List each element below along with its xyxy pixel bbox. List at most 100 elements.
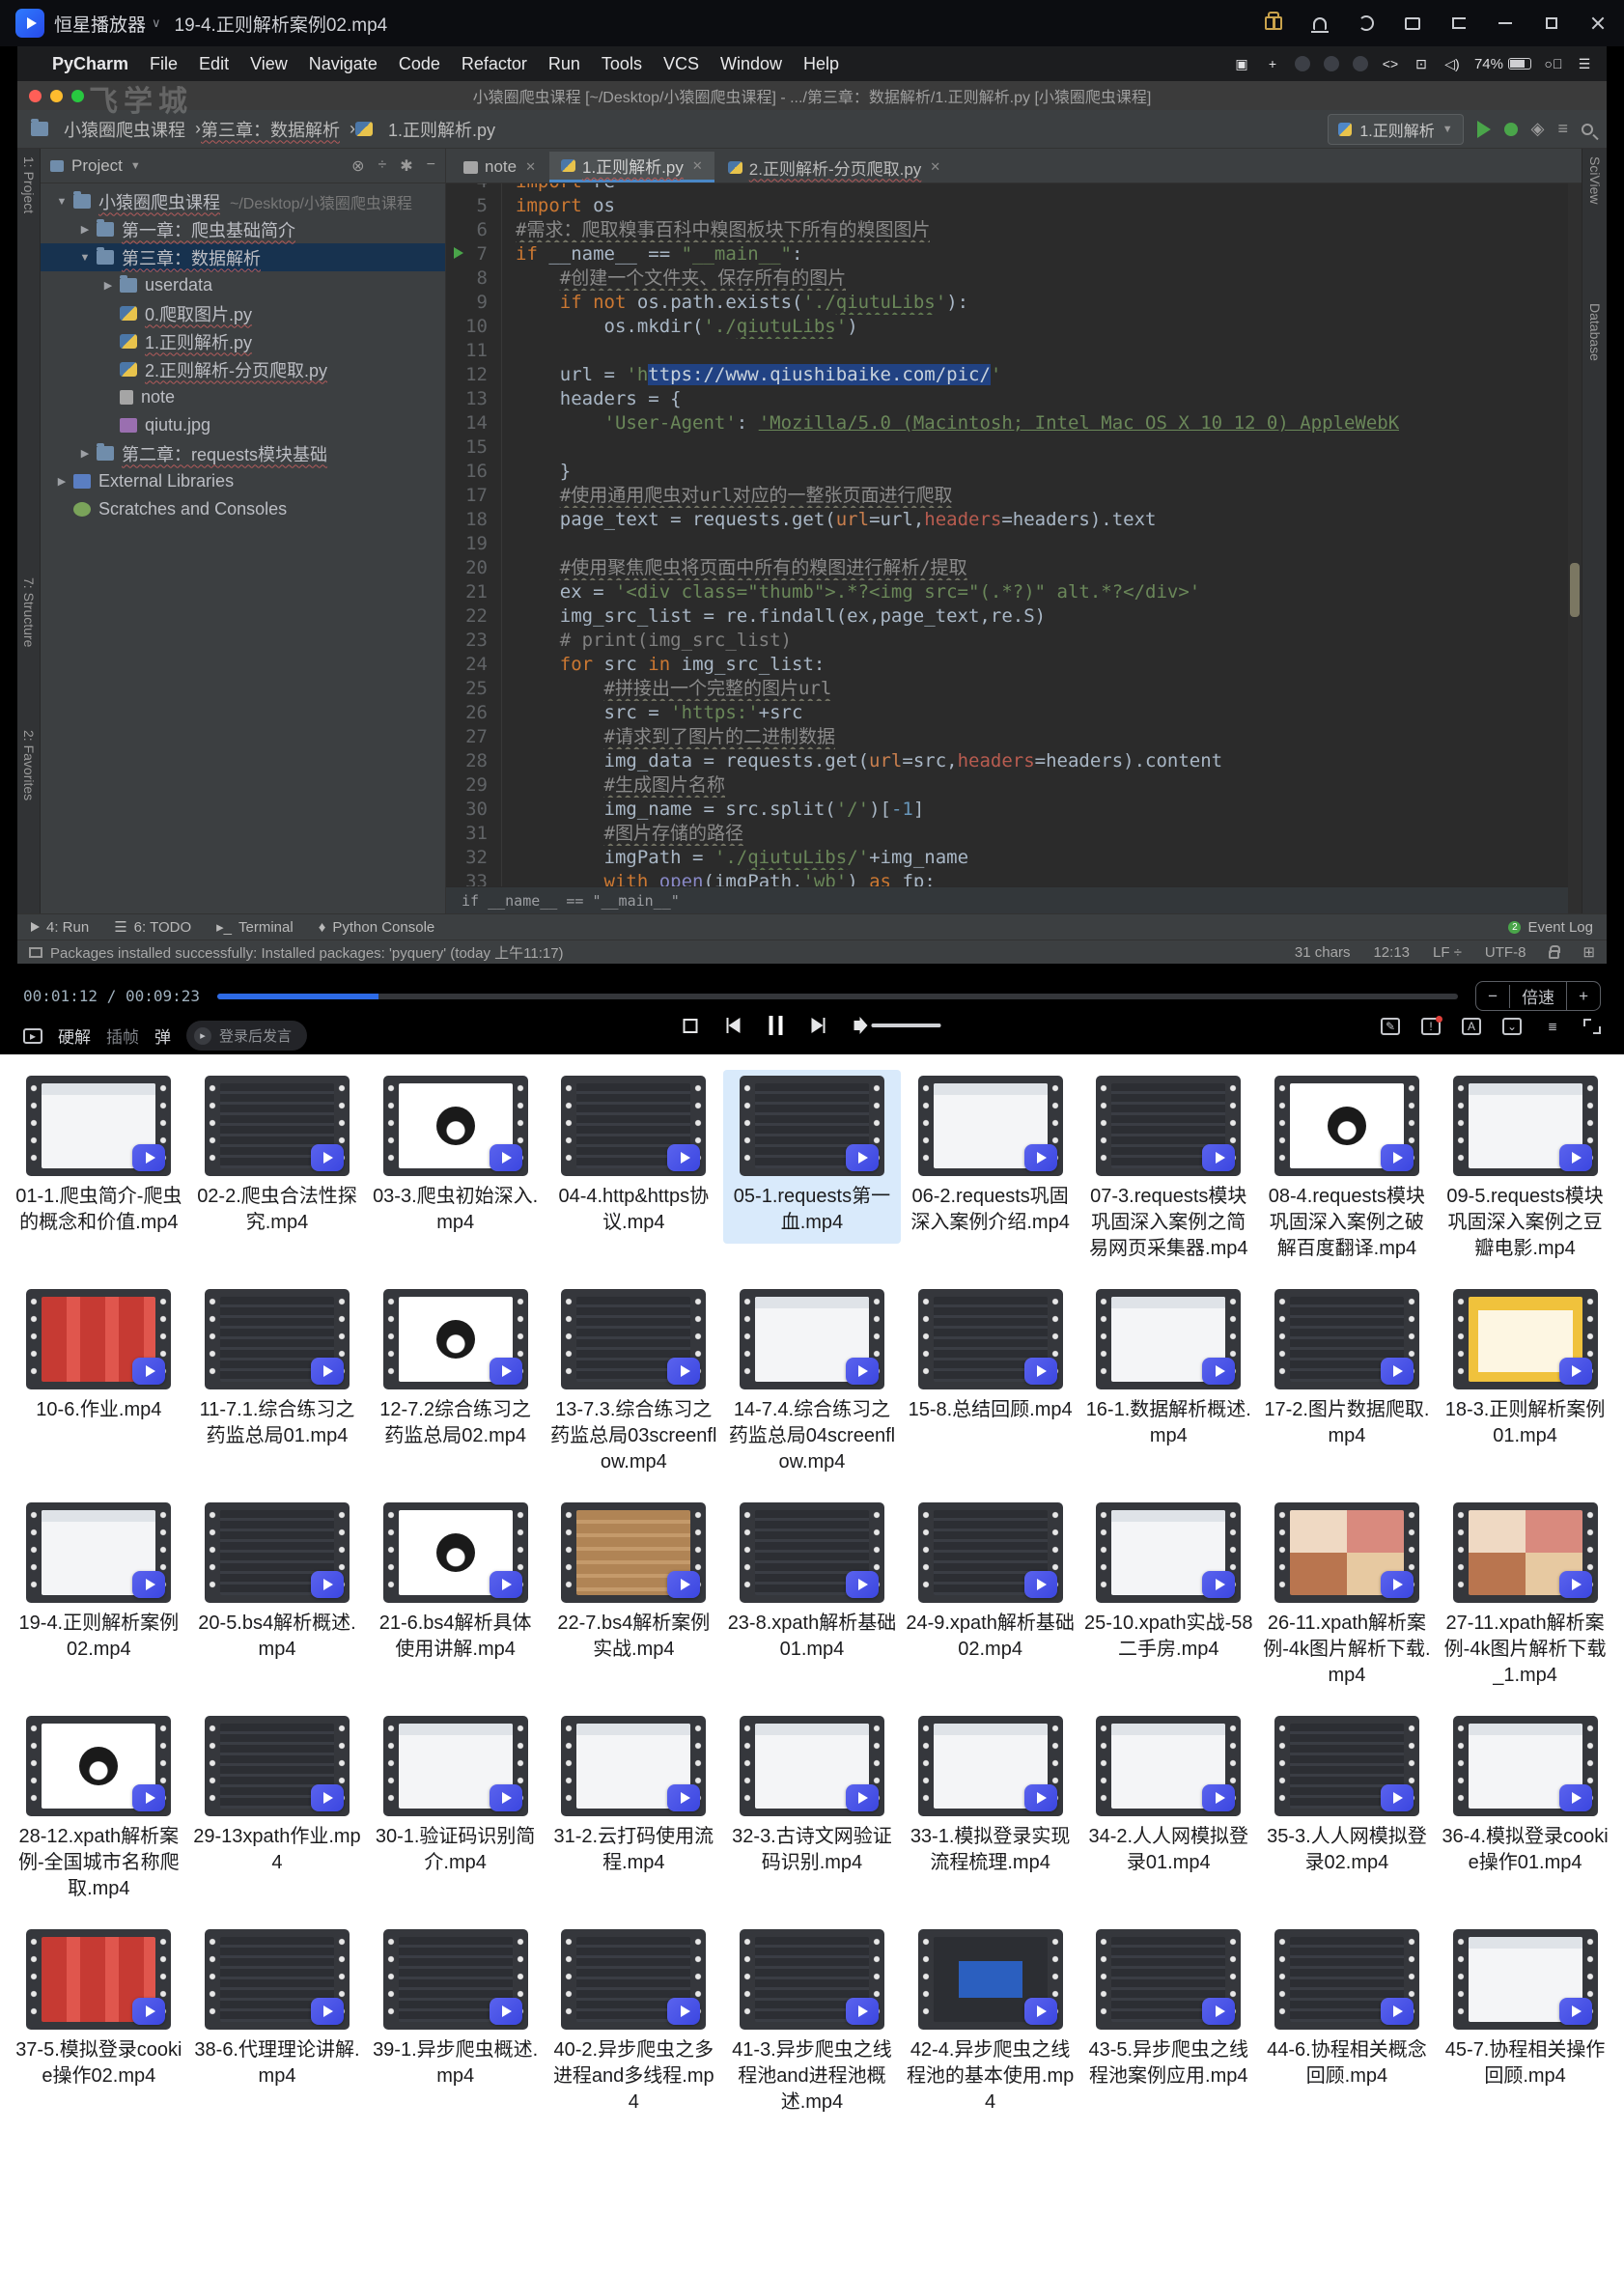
video-thumbnail[interactable]: [26, 1289, 171, 1389]
tree-item[interactable]: qiutu.jpg: [41, 411, 445, 439]
video-label[interactable]: 08-4.requests模块巩固深入案例之破解百度翻译.mp4: [1262, 1184, 1432, 1262]
video-thumbnail[interactable]: [918, 1929, 1063, 2030]
speed-minus-button[interactable]: −: [1476, 985, 1510, 1008]
toolwindow-favorites-button[interactable]: 2: Favorites: [21, 730, 37, 800]
minimize-button[interactable]: [1495, 13, 1516, 34]
video-label[interactable]: 15-8.总结回顾.mp4: [909, 1397, 1073, 1423]
grid-item[interactable]: 40-2.异步爬虫之多进程and多线程.mp4: [545, 1923, 723, 2123]
app-status-icon-1[interactable]: [1295, 56, 1310, 71]
code-line[interactable]: 19: [446, 532, 1582, 556]
grid-item[interactable]: 37-5.模拟登录cookie操作02.mp4: [10, 1923, 188, 2097]
code-line[interactable]: 22 img_src_list = re.findall(ex,page_tex…: [446, 604, 1582, 629]
code-line[interactable]: 14 'User-Agent': 'Mozilla/5.0 (Macintosh…: [446, 411, 1582, 435]
play-badge-icon[interactable]: [1024, 1571, 1057, 1598]
play-badge-icon[interactable]: [490, 1998, 522, 2025]
code-line[interactable]: 9 if not os.path.exists('./qiutuLibs'):: [446, 291, 1582, 315]
video-thumbnail[interactable]: [740, 1076, 884, 1176]
code-line[interactable]: 30 img_name = src.split('/')[-1]: [446, 798, 1582, 822]
toolwindow-sciview-button[interactable]: SciView: [1587, 156, 1603, 205]
play-badge-icon[interactable]: [311, 1358, 344, 1385]
code-line[interactable]: 31 #图片存储的路径: [446, 822, 1582, 846]
video-thumbnail[interactable]: [383, 1929, 528, 2030]
video-label[interactable]: 37-5.模拟登录cookie操作02.mp4: [14, 2037, 183, 2090]
code-line[interactable]: 32 imgPath = './qiutuLibs/'+img_name: [446, 846, 1582, 870]
grid-item[interactable]: 17-2.图片数据爬取.mp4: [1258, 1283, 1437, 1457]
play-badge-icon[interactable]: [311, 1144, 344, 1171]
grid-item[interactable]: 14-7.4.综合练习之药监总局04screenflow.mp4: [723, 1283, 902, 1483]
video-thumbnail[interactable]: [383, 1502, 528, 1603]
code-line[interactable]: 13 headers = {: [446, 387, 1582, 411]
video-label[interactable]: 30-1.验证码识别简介.mp4: [371, 1824, 541, 1876]
grid-item[interactable]: 20-5.bs4解析概述.mp4: [188, 1497, 367, 1670]
fullscreen-icon[interactable]: [1583, 1019, 1601, 1034]
video-label[interactable]: 19-4.正则解析案例02.mp4: [14, 1611, 183, 1663]
video-thumbnail[interactable]: [1453, 1929, 1598, 2030]
capture-icon[interactable]: ⌄: [1502, 1018, 1522, 1035]
grid-item[interactable]: 08-4.requests模块巩固深入案例之破解百度翻译.mp4: [1258, 1070, 1437, 1270]
grid-item[interactable]: 32-3.古诗文网验证码识别.mp4: [723, 1710, 902, 1884]
code-line[interactable]: 12 url = 'https://www.qiushibaike.com/pi…: [446, 363, 1582, 387]
memory-indicator-icon[interactable]: [29, 947, 42, 958]
grid-item[interactable]: 04-4.http&https协议.mp4: [545, 1070, 723, 1244]
video-thumbnail[interactable]: [561, 1502, 706, 1603]
grid-item[interactable]: 36-4.模拟登录cookie操作01.mp4: [1436, 1710, 1614, 1884]
grid-item[interactable]: 44-6.协程相关概念回顾.mp4: [1258, 1923, 1437, 2097]
subtitle-icon[interactable]: A: [1462, 1018, 1481, 1035]
play-badge-icon[interactable]: [667, 1784, 700, 1811]
video-label[interactable]: 41-3.异步爬虫之线程池and进程池概述.mp4: [727, 2037, 897, 2116]
video-label[interactable]: 07-3.requests模块巩固深入案例之简易网页采集器.mp4: [1083, 1184, 1253, 1262]
editor-scrollbar[interactable]: [1568, 183, 1582, 913]
danmaku-login-input[interactable]: ▸ 登录后发言: [186, 1021, 307, 1051]
grid-item[interactable]: 22-7.bs4解析案例实战.mp4: [545, 1497, 723, 1670]
code-line[interactable]: 28 img_data = requests.get(url=src,heade…: [446, 749, 1582, 773]
play-badge-icon[interactable]: [1024, 1144, 1057, 1171]
video-thumbnail[interactable]: [740, 1289, 884, 1389]
grid-item[interactable]: 35-3.人人网模拟登录02.mp4: [1258, 1710, 1437, 1884]
volume-status-icon[interactable]: ◁): [1443, 56, 1461, 71]
editor-tab[interactable]: note✕: [452, 152, 547, 182]
video-thumbnail[interactable]: [26, 1716, 171, 1816]
menu-vcs[interactable]: VCS: [663, 54, 699, 74]
run-button[interactable]: [1477, 121, 1491, 138]
video-thumbnail[interactable]: [26, 1502, 171, 1603]
tree-down-arrow-icon[interactable]: ▼: [77, 252, 93, 264]
grid-item[interactable]: 43-5.异步爬虫之线程池案例应用.mp4: [1079, 1923, 1258, 2097]
play-badge-icon[interactable]: [132, 1144, 165, 1171]
close-tab-icon[interactable]: ✕: [525, 159, 536, 175]
loop-icon[interactable]: [1356, 13, 1377, 34]
video-label[interactable]: 16-1.数据解析概述.mp4: [1083, 1397, 1253, 1449]
maximize-button[interactable]: [1541, 13, 1562, 34]
grid-item[interactable]: 02-2.爬虫合法性探究.mp4: [188, 1070, 367, 1244]
scroll-to-source-icon[interactable]: ÷: [378, 156, 386, 176]
player-app-name[interactable]: 恒星播放器: [54, 11, 146, 37]
grid-item[interactable]: 30-1.验证码识别简介.mp4: [366, 1710, 545, 1884]
video-label[interactable]: 06-2.requests巩固深入案例介绍.mp4: [906, 1184, 1076, 1236]
video-label[interactable]: 11-7.1.综合练习之药监总局01.mp4: [192, 1397, 362, 1449]
code-line[interactable]: 5import os: [446, 194, 1582, 218]
profiler-icon[interactable]: ≡: [1557, 119, 1568, 139]
video-label[interactable]: 45-7.协程相关操作回顾.mp4: [1441, 2037, 1610, 2090]
snapshot-icon[interactable]: [1402, 13, 1423, 34]
toolwindow-todo-button[interactable]: ☰6: TODO: [114, 918, 191, 936]
tree-item[interactable]: ▶External Libraries: [41, 467, 445, 495]
play-badge-icon[interactable]: [1381, 1571, 1414, 1598]
video-thumbnail[interactable]: [918, 1716, 1063, 1816]
play-badge-icon[interactable]: [846, 1571, 879, 1598]
video-label[interactable]: 29-13xpath作业.mp4: [192, 1824, 362, 1876]
play-badge-icon[interactable]: [846, 1144, 879, 1171]
play-badge-icon[interactable]: [1024, 1358, 1057, 1385]
grid-item[interactable]: 03-3.爬虫初始深入.mp4: [366, 1070, 545, 1244]
play-badge-icon[interactable]: [667, 1358, 700, 1385]
grid-item[interactable]: 15-8.总结回顾.mp4: [901, 1283, 1079, 1431]
play-badge-icon[interactable]: [667, 1571, 700, 1598]
video-thumbnail[interactable]: [205, 1076, 350, 1176]
grid-item[interactable]: 05-1.requests第一血.mp4: [723, 1070, 902, 1244]
play-badge-icon[interactable]: [132, 1784, 165, 1811]
tree-item[interactable]: ▶第二章：requests模块基础: [41, 439, 445, 467]
grid-item[interactable]: 26-11.xpath解析案例-4k图片解析下载.mp4: [1258, 1497, 1437, 1697]
code-line[interactable]: 29 #生成图片名称: [446, 773, 1582, 798]
toolwindow-python-console-button[interactable]: ♦Python Console: [319, 919, 435, 936]
play-badge-icon[interactable]: [1381, 1784, 1414, 1811]
stop-button[interactable]: [684, 1019, 698, 1033]
video-label[interactable]: 21-6.bs4解析具体使用讲解.mp4: [371, 1611, 541, 1663]
